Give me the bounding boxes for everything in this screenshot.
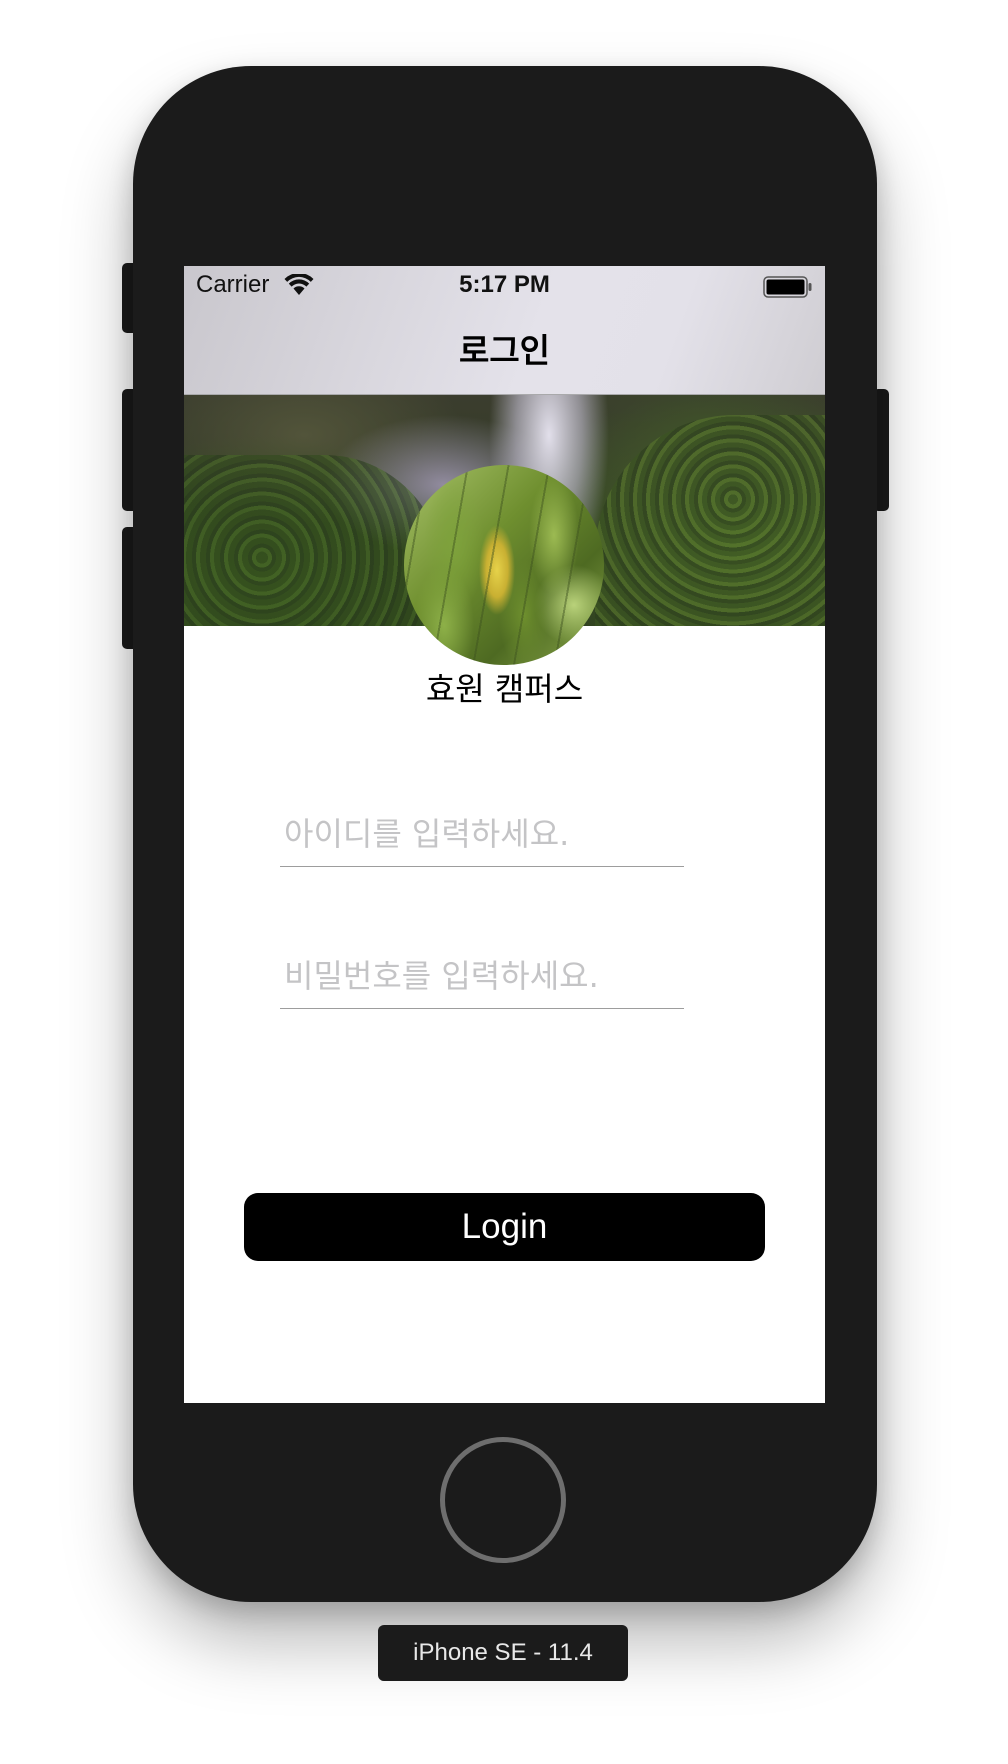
simulator-stage: Carrier 5:17 PM 로그인 효원 캠퍼스 아이디를 입력하세요. L… — [0, 0, 1008, 1764]
page-title: 로그인 — [458, 331, 551, 370]
device-label: iPhone SE - 11.4 — [378, 1625, 628, 1681]
app-screen: Carrier 5:17 PM 로그인 효원 캠퍼스 아이디를 입력하세요. L… — [184, 266, 825, 1403]
password-field — [280, 948, 684, 1009]
navigation-bar: Carrier 5:17 PM 로그인 — [184, 266, 825, 395]
home-button[interactable] — [440, 1437, 566, 1563]
battery-icon — [763, 276, 812, 298]
status-time: 5:17 PM — [459, 271, 550, 298]
id-field — [280, 806, 684, 867]
id-input[interactable] — [284, 806, 680, 862]
avatar — [404, 465, 604, 665]
password-input[interactable] — [284, 948, 680, 1004]
login-button[interactable]: Login — [244, 1193, 765, 1261]
campus-name: 효원 캠퍼스 — [425, 670, 584, 708]
